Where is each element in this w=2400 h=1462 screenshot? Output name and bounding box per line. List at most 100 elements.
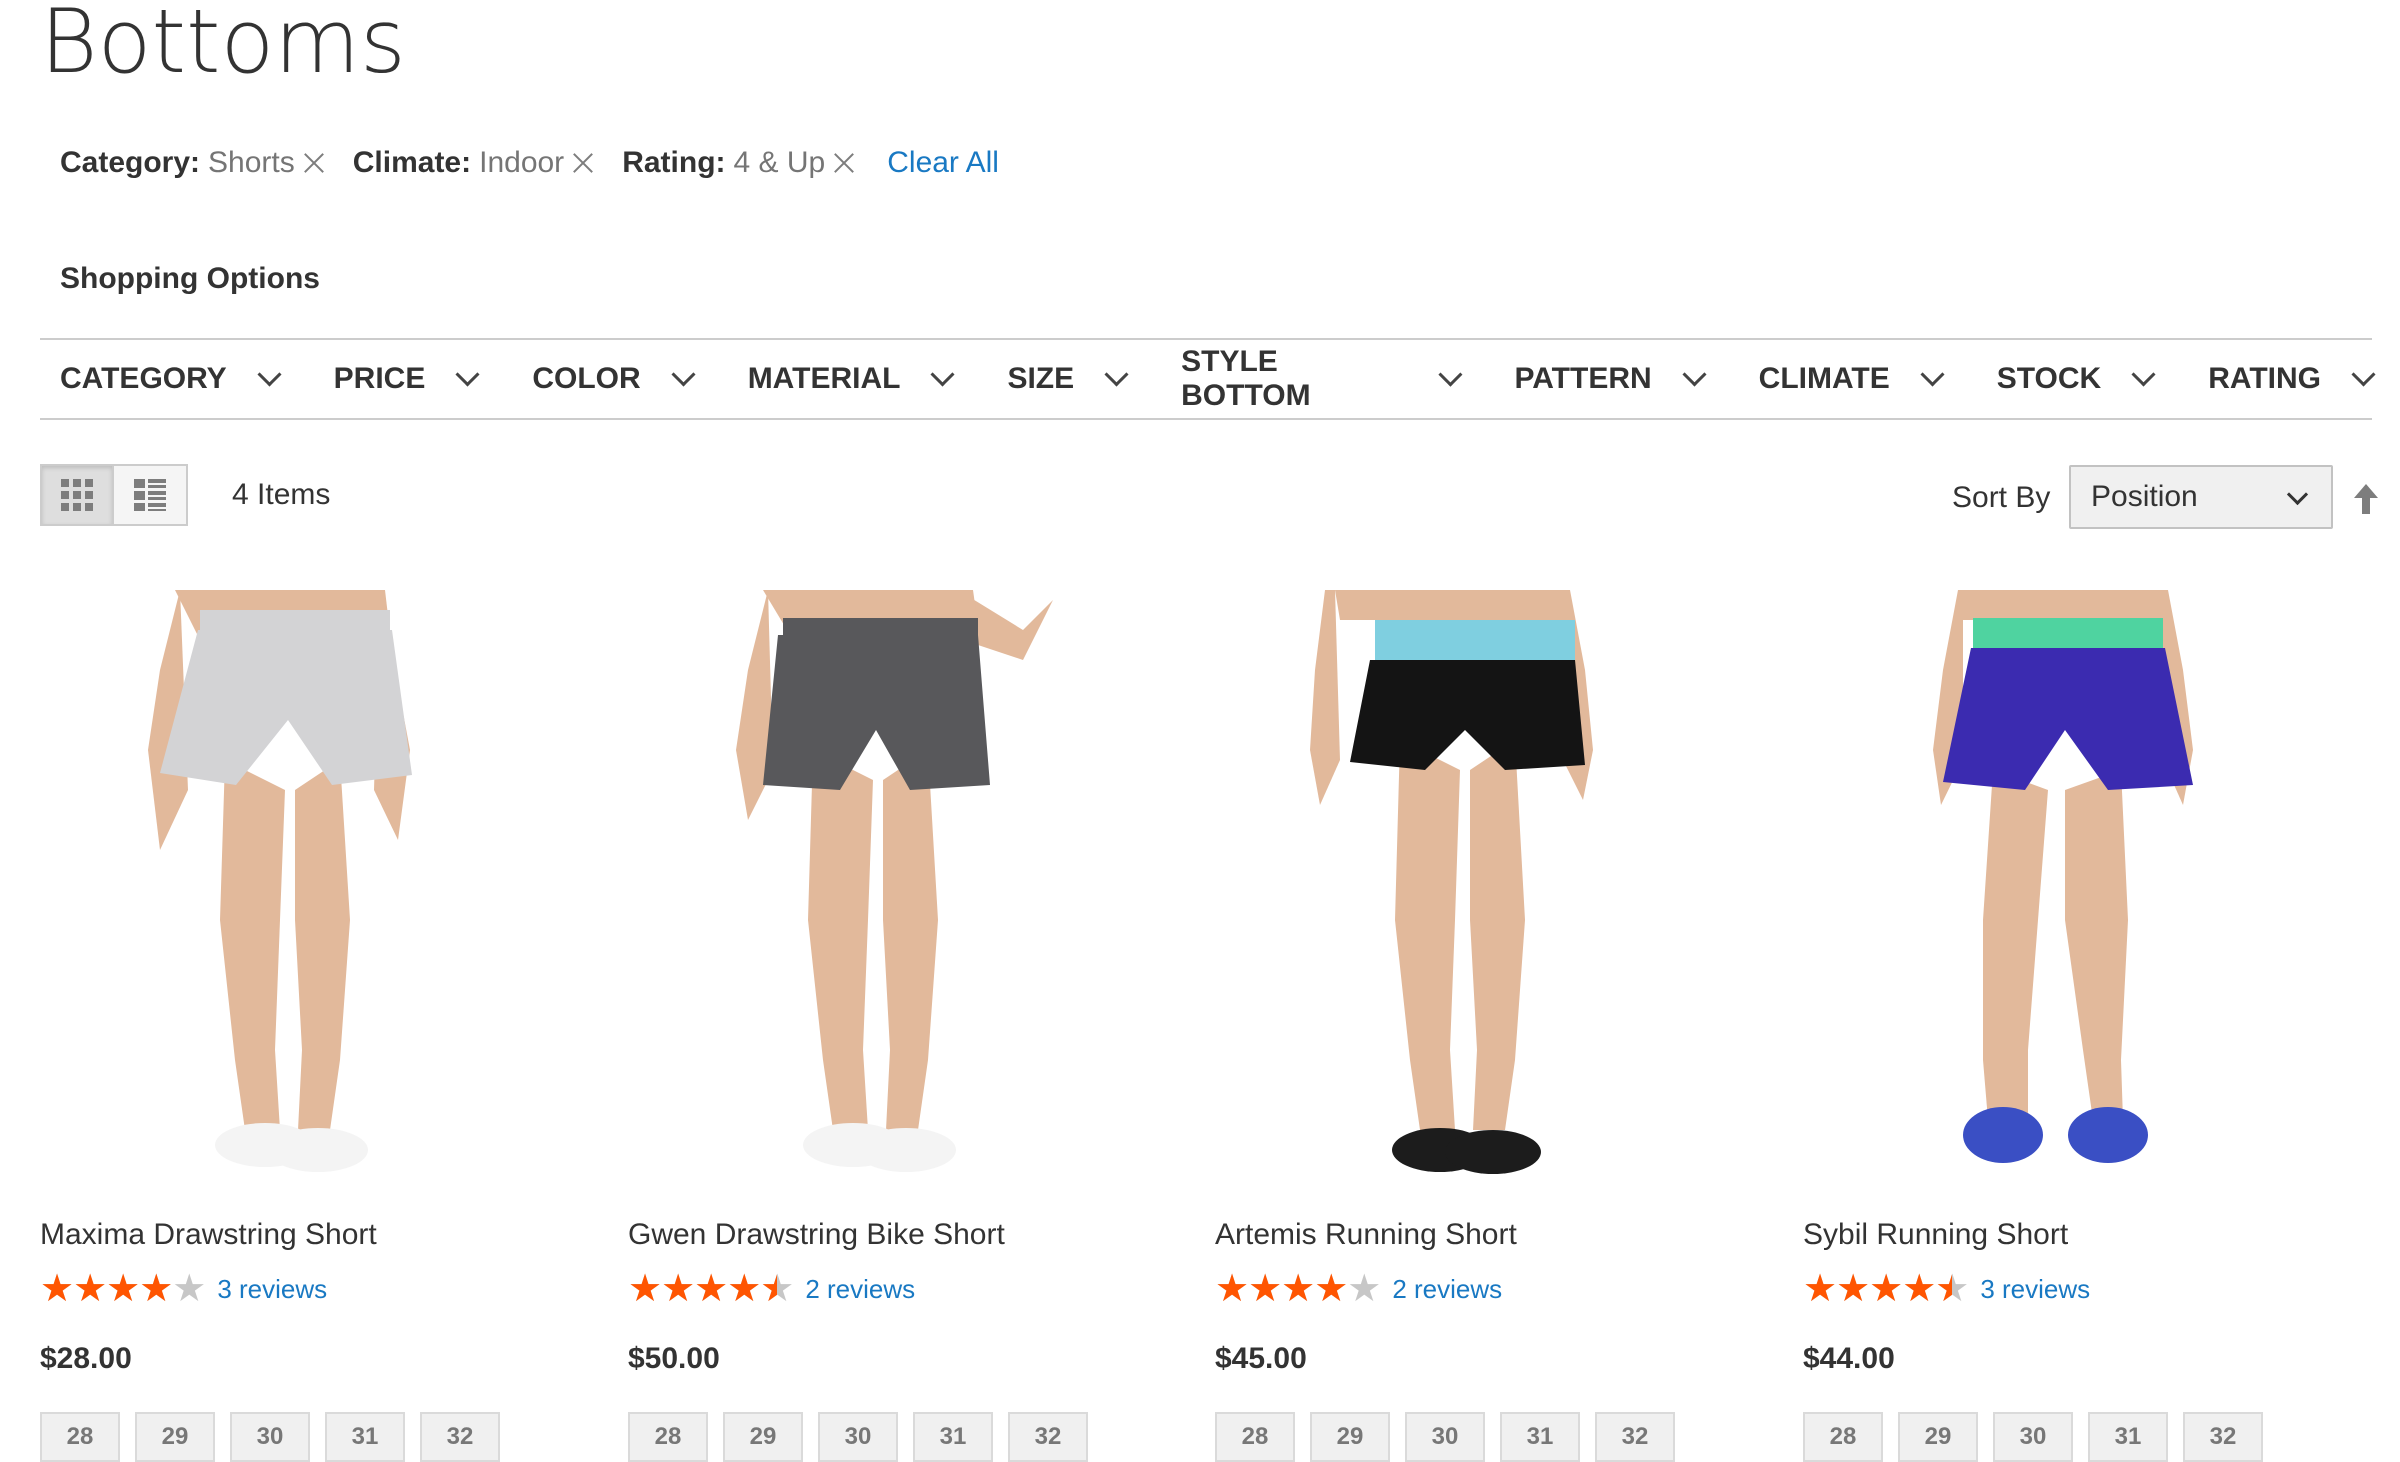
filter-tab-size[interactable]: Size: [951, 361, 1129, 396]
filter-value: Shorts: [208, 146, 295, 179]
size-swatch[interactable]: 29: [1898, 1412, 1978, 1462]
rating-stars: ★★★★★ ★★★★★: [40, 1270, 206, 1308]
filter-tab-climate[interactable]: Climate: [1703, 361, 1945, 396]
sort-by-label: Sort By: [1952, 481, 2051, 514]
product-name[interactable]: Maxima Drawstring Short: [40, 1218, 377, 1252]
active-filter-rating: Rating: 4 & Up: [622, 146, 857, 180]
reviews-link[interactable]: 3 reviews: [1980, 1274, 2090, 1305]
product-price: $28.00: [40, 1342, 132, 1375]
filter-value: 4 & Up: [733, 146, 826, 179]
size-swatch[interactable]: 29: [1310, 1412, 1390, 1462]
filter-tab-label: Climate: [1758, 362, 1890, 395]
list-icon: [134, 479, 166, 511]
rating-stars: ★★★★★ ★★★★★: [1215, 1270, 1381, 1308]
size-swatch[interactable]: 31: [913, 1412, 993, 1462]
filter-tab-style-bottom[interactable]: Style Bottom: [1125, 345, 1463, 413]
filter-tab-label: Price: [333, 362, 426, 395]
size-swatch[interactable]: 31: [2088, 1412, 2168, 1462]
size-swatch[interactable]: 28: [1215, 1412, 1295, 1462]
size-swatches: 28 29 30 31 32: [628, 1412, 1103, 1462]
filter-tab-label: Material: [747, 362, 901, 395]
star-fill: ★★★★★: [1215, 1270, 1348, 1308]
product-name[interactable]: Sybil Running Short: [1803, 1218, 2068, 1252]
size-swatches: 28 29 30 31 32: [1215, 1412, 1690, 1462]
size-swatch[interactable]: 31: [325, 1412, 405, 1462]
size-swatch[interactable]: 31: [1500, 1412, 1580, 1462]
product-photo[interactable]: [628, 590, 1111, 1190]
product-name[interactable]: Artemis Running Short: [1215, 1218, 1517, 1252]
reviews-link[interactable]: 2 reviews: [805, 1274, 915, 1305]
product-price: $50.00: [628, 1342, 720, 1375]
product-price: $45.00: [1215, 1342, 1307, 1375]
product-photo[interactable]: [1215, 590, 1698, 1190]
size-swatch[interactable]: 30: [818, 1412, 898, 1462]
items-count: 4 Items: [232, 478, 331, 511]
star-fill: ★★★★★: [1803, 1270, 1952, 1308]
filter-tab-rating[interactable]: Rating: [2152, 361, 2376, 396]
product-item: Sybil Running Short ★★★★★ ★★★★★ 3 review…: [1803, 590, 2286, 1462]
filter-tab-price[interactable]: Price: [278, 361, 480, 396]
size-swatch[interactable]: 28: [1803, 1412, 1883, 1462]
grid-icon: [61, 479, 93, 511]
product-rating: ★★★★★ ★★★★★ 3 reviews: [1803, 1270, 2090, 1308]
reviews-link[interactable]: 3 reviews: [217, 1274, 327, 1305]
chevron-down-icon: [2286, 483, 2309, 506]
size-swatch[interactable]: 30: [1405, 1412, 1485, 1462]
size-swatch[interactable]: 32: [420, 1412, 500, 1462]
sort-direction-button[interactable]: [2352, 482, 2380, 521]
sort-by-select[interactable]: Position: [2069, 465, 2333, 529]
remove-filter-icon[interactable]: [570, 150, 596, 176]
filter-tab-label: Size: [1007, 362, 1075, 395]
filter-tab-label: Category: [60, 362, 227, 395]
product-illustration: [1803, 590, 2286, 1190]
size-swatch[interactable]: 29: [723, 1412, 803, 1462]
reviews-link[interactable]: 2 reviews: [1392, 1274, 1502, 1305]
view-mode-switcher: [40, 464, 188, 526]
product-illustration: [40, 590, 523, 1190]
size-swatch[interactable]: 32: [1595, 1412, 1675, 1462]
shopping-options-heading: Shopping Options: [60, 262, 320, 295]
remove-filter-icon[interactable]: [831, 150, 857, 176]
filter-label: Rating:: [622, 146, 726, 179]
sort-by-value: Position: [2091, 480, 2198, 513]
remove-filter-icon[interactable]: [301, 150, 327, 176]
active-filter-climate: Climate: Indoor: [353, 146, 596, 180]
product-item: Artemis Running Short ★★★★★ ★★★★★ 2 revi…: [1215, 590, 1698, 1462]
filter-tab-color[interactable]: Color: [476, 361, 696, 396]
filter-value: Indoor: [479, 146, 565, 179]
size-swatch[interactable]: 32: [1008, 1412, 1088, 1462]
size-swatches: 28 29 30 31 32: [1803, 1412, 2278, 1462]
product-name[interactable]: Gwen Drawstring Bike Short: [628, 1218, 1005, 1252]
product-illustration: [628, 590, 1111, 1190]
chevron-down-icon: [2351, 361, 2376, 387]
filter-tab-label: Pattern: [1514, 362, 1652, 395]
product-rating: ★★★★★ ★★★★★ 2 reviews: [628, 1270, 915, 1308]
size-swatches: 28 29 30 31 32: [40, 1412, 515, 1462]
product-item: Maxima Drawstring Short ★★★★★ ★★★★★ 3 re…: [40, 590, 523, 1462]
filter-tab-stock[interactable]: Stock: [1941, 361, 2156, 396]
list-view-button[interactable]: [114, 464, 188, 526]
filter-tab-material[interactable]: Material: [692, 361, 955, 396]
filter-label: Climate:: [352, 146, 472, 179]
size-swatch[interactable]: 28: [628, 1412, 708, 1462]
product-photo[interactable]: [1803, 590, 2286, 1190]
filter-tab-label: Stock: [1996, 362, 2102, 395]
arrow-up-icon: [2354, 484, 2378, 514]
filter-label: Category:: [60, 146, 201, 179]
grid-view-button[interactable]: [40, 464, 114, 526]
star-fill: ★★★★★: [628, 1270, 777, 1308]
size-swatch[interactable]: 32: [2183, 1412, 2263, 1462]
product-rating: ★★★★★ ★★★★★ 3 reviews: [40, 1270, 327, 1308]
filter-tab-label: Color: [532, 362, 641, 395]
clear-all-link[interactable]: Clear All: [887, 146, 999, 180]
size-swatch[interactable]: 30: [1993, 1412, 2073, 1462]
active-filters: Category: Shorts Climate: Indoor Rating:…: [60, 146, 999, 180]
filter-tab-pattern[interactable]: Pattern: [1458, 361, 1707, 396]
filter-tab-category[interactable]: Category: [40, 361, 282, 396]
product-photo[interactable]: [40, 590, 523, 1190]
page-title: Bottoms: [40, 0, 406, 93]
size-swatch[interactable]: 28: [40, 1412, 120, 1462]
active-filter-category: Category: Shorts: [60, 146, 327, 180]
size-swatch[interactable]: 29: [135, 1412, 215, 1462]
size-swatch[interactable]: 30: [230, 1412, 310, 1462]
